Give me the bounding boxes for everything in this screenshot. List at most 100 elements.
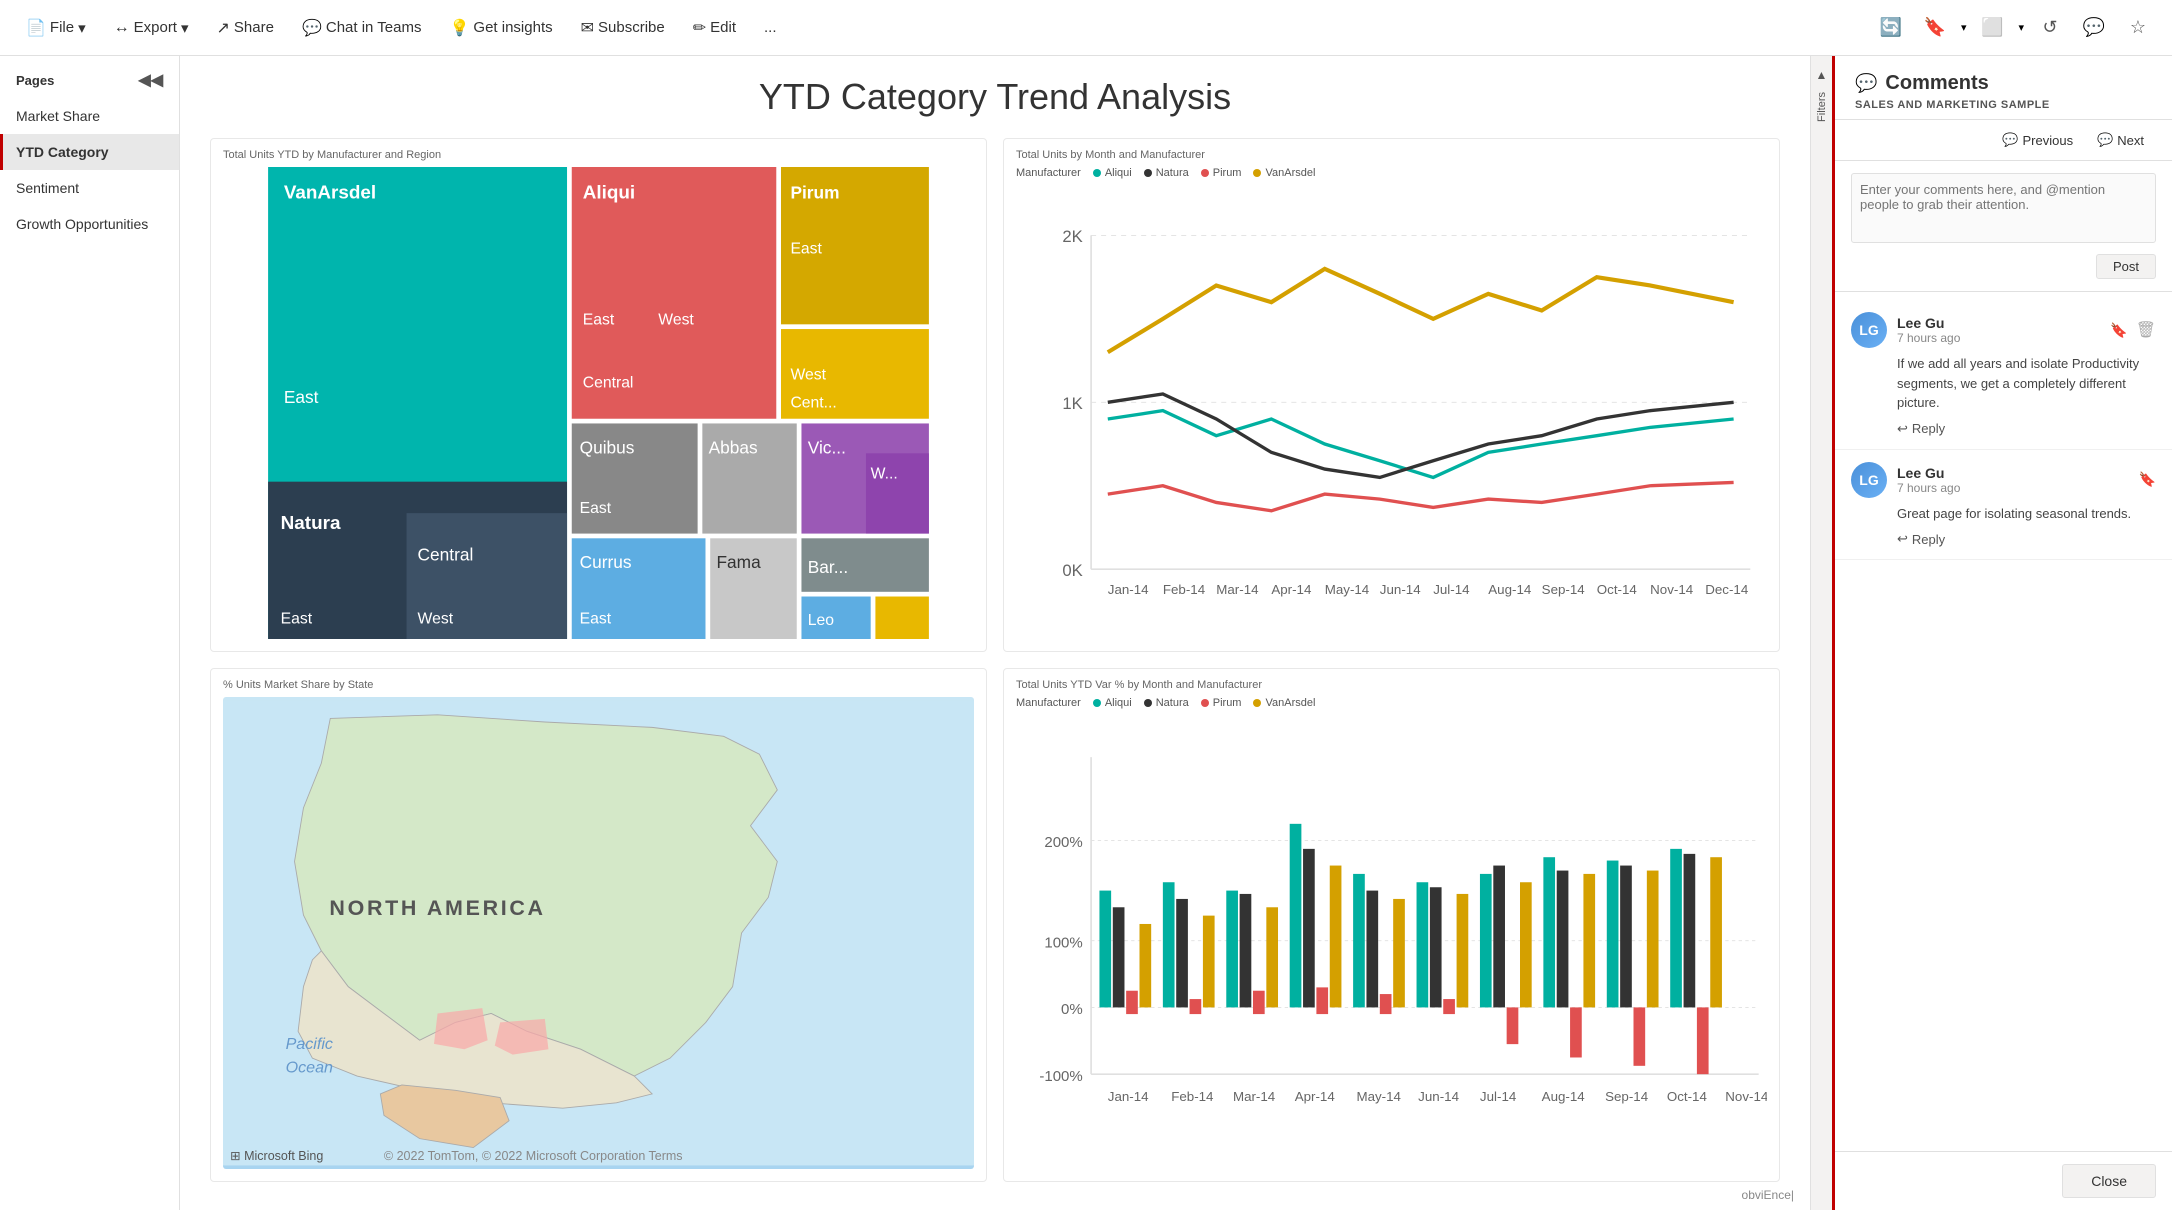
edit-icon: ✏: [693, 18, 706, 38]
comment-text: Great page for isolating seasonal trends…: [1897, 504, 2156, 524]
content-area: YTD Category Trend Analysis Total Units …: [180, 56, 2172, 1210]
get-insights-button[interactable]: 💡 Get insights: [439, 14, 562, 42]
comment-user-row: LG Lee Gu 7 hours ago 🔖: [1851, 462, 2156, 498]
line-pirum: [1108, 482, 1734, 510]
filters-toggle-label[interactable]: Filters: [1816, 92, 1828, 122]
map-svg: NORTH AMERICA Pacific Ocean ⊞ Microsoft …: [223, 697, 974, 1169]
svg-text:Vic...: Vic...: [808, 437, 846, 457]
svg-text:Aliqui: Aliqui: [583, 182, 635, 203]
view-chevron-icon[interactable]: ▾: [2018, 21, 2024, 34]
chart-map[interactable]: % Units Market Share by State: [210, 668, 987, 1182]
share-button[interactable]: ↗ Share: [207, 14, 284, 42]
export-chevron-icon: ▾: [181, 19, 189, 37]
barchart-legend-vanarsdel: VanArsdel: [1253, 697, 1315, 709]
linechart-svg: 2K 1K 0K Jan-14 Feb-14 Mar-14 Apr-14 May…: [1016, 183, 1767, 652]
sidebar: Pages ◀◀ Market Share YTD Category Senti…: [0, 56, 180, 1210]
svg-text:Sep-14: Sep-14: [1605, 1089, 1649, 1104]
comments-previous-button[interactable]: 💬 Previous: [1994, 128, 2081, 152]
export-button[interactable]: ↔ Export ▾: [104, 15, 199, 41]
bing-logo: ⊞ Microsoft Bing: [230, 1149, 323, 1163]
svg-text:Bar...: Bar...: [808, 557, 848, 577]
comment-delete-button[interactable]: 🗑: [2136, 320, 2156, 340]
svg-text:Natura: Natura: [281, 513, 341, 534]
comment-reply-button[interactable]: ↩ Reply: [1897, 421, 2156, 437]
bookmark-button[interactable]: 🔖: [1917, 10, 1953, 46]
teams-icon: 💬: [302, 18, 322, 38]
sidebar-item-market-share[interactable]: Market Share: [0, 98, 179, 134]
chart-barchart[interactable]: Total Units YTD Var % by Month and Manuf…: [1003, 668, 1780, 1182]
svg-text:Mar-14: Mar-14: [1233, 1089, 1276, 1104]
svg-text:Feb-14: Feb-14: [1163, 582, 1206, 597]
export-icon: ↔: [114, 19, 130, 37]
map-title: % Units Market Share by State: [223, 679, 974, 691]
sidebar-item-ytd-category[interactable]: YTD Category: [0, 134, 179, 170]
edit-button[interactable]: ✏ Edit: [683, 14, 746, 42]
svg-text:East: East: [790, 241, 822, 258]
view-button[interactable]: ⬜: [1974, 10, 2010, 46]
treemap-label-vanarsdel: VanArsdel: [284, 182, 376, 203]
file-chevron-icon: ▾: [78, 19, 86, 37]
bookmark-chevron-icon[interactable]: ▾: [1961, 21, 1967, 34]
svg-text:Nov-14: Nov-14: [1725, 1089, 1767, 1104]
svg-text:-100%: -100%: [1039, 1068, 1082, 1085]
comment-post-button[interactable]: Post: [2096, 254, 2156, 279]
comment-bookmark-button[interactable]: 🔖: [2110, 322, 2127, 339]
comments-footer: Close: [1835, 1151, 2172, 1210]
subscribe-icon: ✉: [581, 18, 594, 38]
svg-text:200%: 200%: [1044, 834, 1082, 851]
watermark: obviEnce|: [1742, 1188, 1794, 1202]
svg-text:Currus: Currus: [580, 552, 632, 572]
file-button[interactable]: 📄 File ▾: [16, 14, 96, 42]
more-button[interactable]: ...: [754, 15, 787, 40]
chart-linechart[interactable]: Total Units by Month and Manufacturer Ma…: [1003, 138, 1780, 652]
comment-bookmark-button[interactable]: 🔖: [2139, 471, 2156, 488]
comments-panel: 💬 Comments SALES AND MARKETING SAMPLE 💬 …: [1832, 56, 2172, 1210]
svg-text:Oct-14: Oct-14: [1597, 582, 1638, 597]
undo-button[interactable]: ↺: [2032, 10, 2068, 46]
main-layout: Pages ◀◀ Market Share YTD Category Senti…: [0, 56, 2172, 1210]
svg-text:Jan-14: Jan-14: [1108, 582, 1149, 597]
chart-treemap[interactable]: Total Units YTD by Manufacturer and Regi…: [210, 138, 987, 652]
filters-collapse-arrow[interactable]: ▲: [1816, 68, 1828, 82]
sidebar-item-sentiment[interactable]: Sentiment: [0, 170, 179, 206]
comments-list: LG Lee Gu 7 hours ago 🔖 🗑 If we add all …: [1835, 292, 2172, 1151]
share-icon: ↗: [217, 18, 230, 38]
svg-text:100%: 100%: [1044, 934, 1082, 951]
legend-natura: Natura: [1144, 167, 1189, 179]
comments-close-button[interactable]: Close: [2062, 1164, 2156, 1198]
comments-next-button[interactable]: 💬 Next: [2089, 128, 2152, 152]
refresh-button[interactable]: 🔄: [1873, 10, 1909, 46]
line-natura: [1108, 394, 1734, 477]
comment-reply-button[interactable]: ↩ Reply: [1897, 531, 2156, 547]
comment-time: 7 hours ago: [1897, 481, 1960, 495]
avatar: LG: [1851, 462, 1887, 498]
comments-icon-button[interactable]: 💬: [2076, 10, 2112, 46]
sidebar-item-growth-opportunities[interactable]: Growth Opportunities: [0, 206, 179, 242]
chat-teams-button[interactable]: 💬 Chat in Teams: [292, 14, 432, 42]
comments-header: 💬 Comments SALES AND MARKETING SAMPLE: [1835, 56, 2172, 120]
sidebar-collapse-button[interactable]: ◀◀: [138, 70, 163, 90]
star-button[interactable]: ☆: [2120, 10, 2156, 46]
toolbar: 📄 File ▾ ↔ Export ▾ ↗ Share 💬 Chat in Te…: [0, 0, 2172, 56]
map-visual: NORTH AMERICA Pacific Ocean ⊞ Microsoft …: [223, 697, 974, 1169]
legend-manufacturer-label: Manufacturer: [1016, 167, 1081, 179]
linechart-legend: Manufacturer Aliqui Natura Pirum: [1016, 167, 1767, 179]
previous-icon: 💬: [2002, 132, 2018, 148]
line-aliqui: [1108, 411, 1734, 478]
svg-text:Jan-14: Jan-14: [1108, 1089, 1149, 1104]
reply-icon: ↩: [1897, 421, 1908, 437]
comment-input-area: Post: [1835, 161, 2172, 292]
reply-icon: ↩: [1897, 531, 1908, 547]
svg-text:2K: 2K: [1062, 227, 1082, 246]
sidebar-title: Pages: [16, 73, 54, 88]
file-icon: 📄: [26, 18, 46, 38]
treemap-svg: VanArsdel East Central West Aliqui East …: [223, 167, 974, 639]
avatar: LG: [1851, 312, 1887, 348]
comment-textarea[interactable]: [1851, 173, 2156, 243]
svg-text:0%: 0%: [1061, 1001, 1083, 1018]
barchart-title: Total Units YTD Var % by Month and Manuf…: [1016, 679, 1767, 691]
subscribe-button[interactable]: ✉ Subscribe: [571, 14, 675, 42]
svg-text:Fama: Fama: [717, 552, 762, 572]
insights-icon: 💡: [449, 18, 469, 38]
barchart-visual: 200% 100% 0% -100%: [1016, 713, 1767, 1182]
